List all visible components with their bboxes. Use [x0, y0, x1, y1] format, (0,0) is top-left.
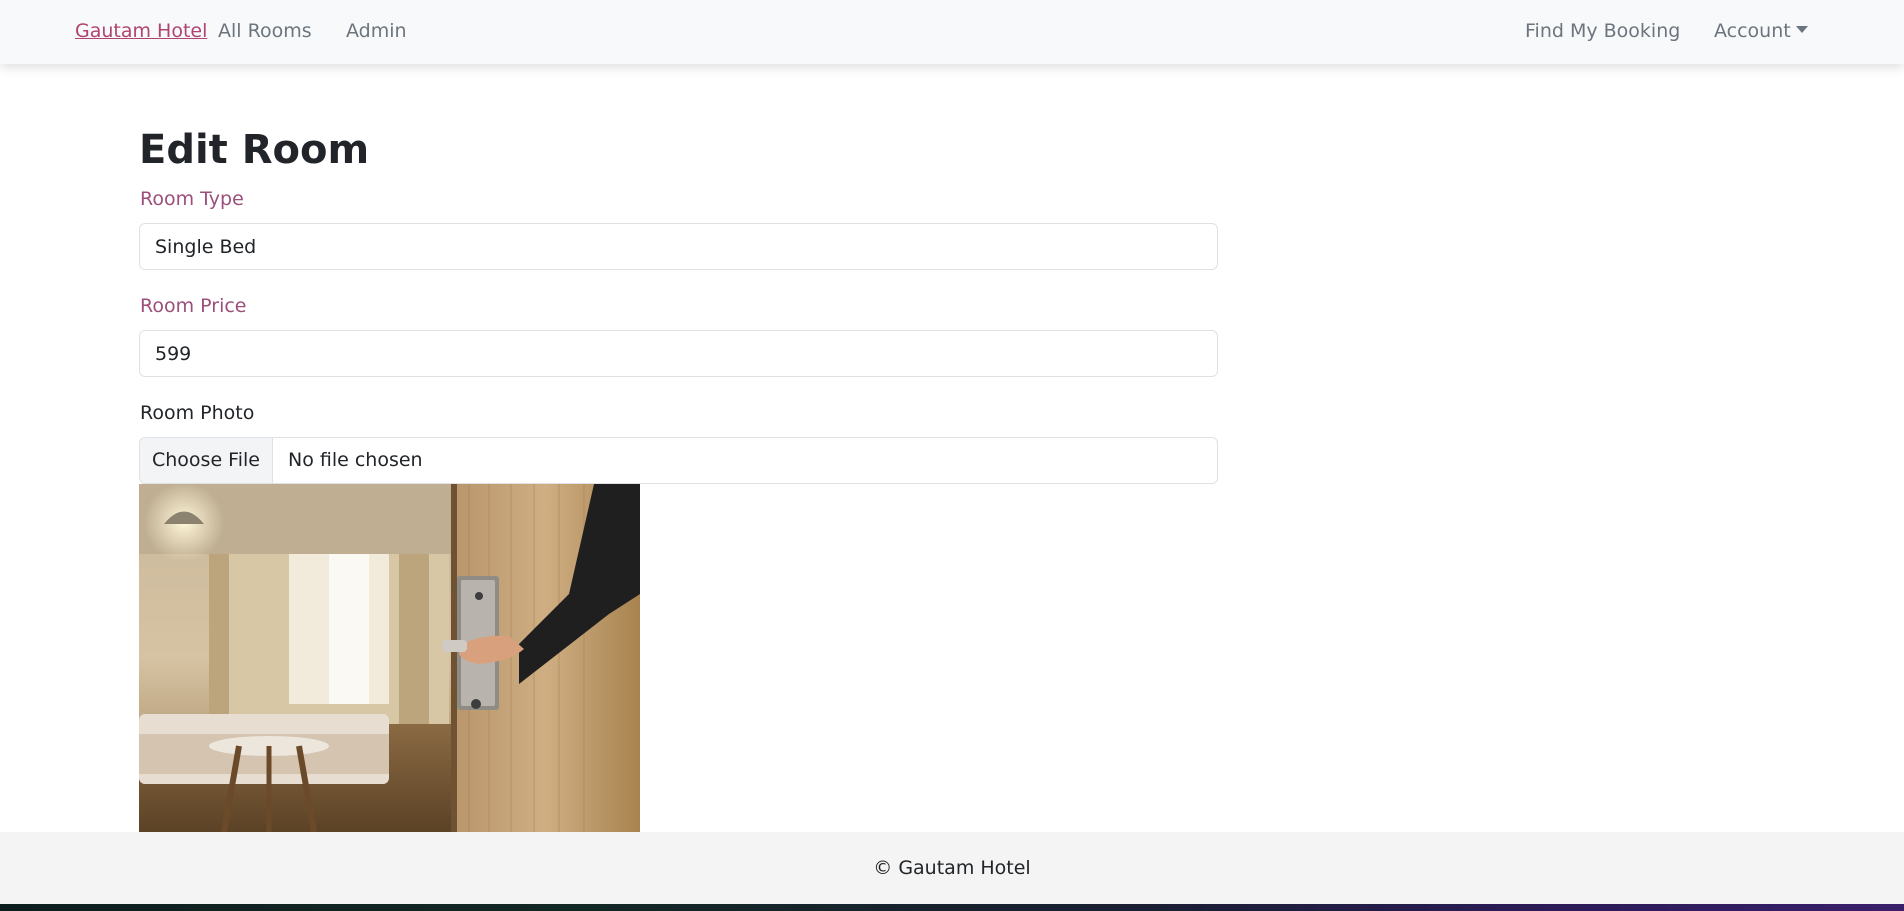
room-type-input[interactable] — [139, 223, 1218, 270]
brand-link[interactable]: Gautam Hotel — [75, 19, 207, 43]
footer-copyright: © Gautam Hotel — [873, 857, 1031, 879]
account-label: Account — [1714, 20, 1791, 42]
room-photo-label: Room Photo — [140, 402, 255, 424]
nav-find-my-booking[interactable]: Find My Booking — [1525, 19, 1680, 43]
room-photo-image — [139, 484, 640, 832]
choose-file-button[interactable]: Choose File — [140, 438, 273, 483]
room-type-label: Room Type — [140, 188, 244, 210]
nav-all-rooms[interactable]: All Rooms — [218, 19, 312, 43]
file-status-text: No file chosen — [288, 449, 423, 471]
nav-account-dropdown[interactable]: Account — [1714, 19, 1808, 43]
room-price-label: Room Price — [140, 295, 247, 317]
page-title: Edit Room — [139, 127, 370, 173]
desktop-strip — [0, 904, 1904, 911]
nav-admin[interactable]: Admin — [346, 19, 407, 43]
footer: © Gautam Hotel — [0, 832, 1904, 904]
caret-down-icon — [1795, 26, 1808, 33]
room-price-input[interactable] — [139, 330, 1218, 377]
navbar: Gautam Hotel All Rooms Admin Find My Boo… — [0, 0, 1904, 64]
room-photo-file-input[interactable]: Choose File No file chosen — [139, 437, 1218, 484]
